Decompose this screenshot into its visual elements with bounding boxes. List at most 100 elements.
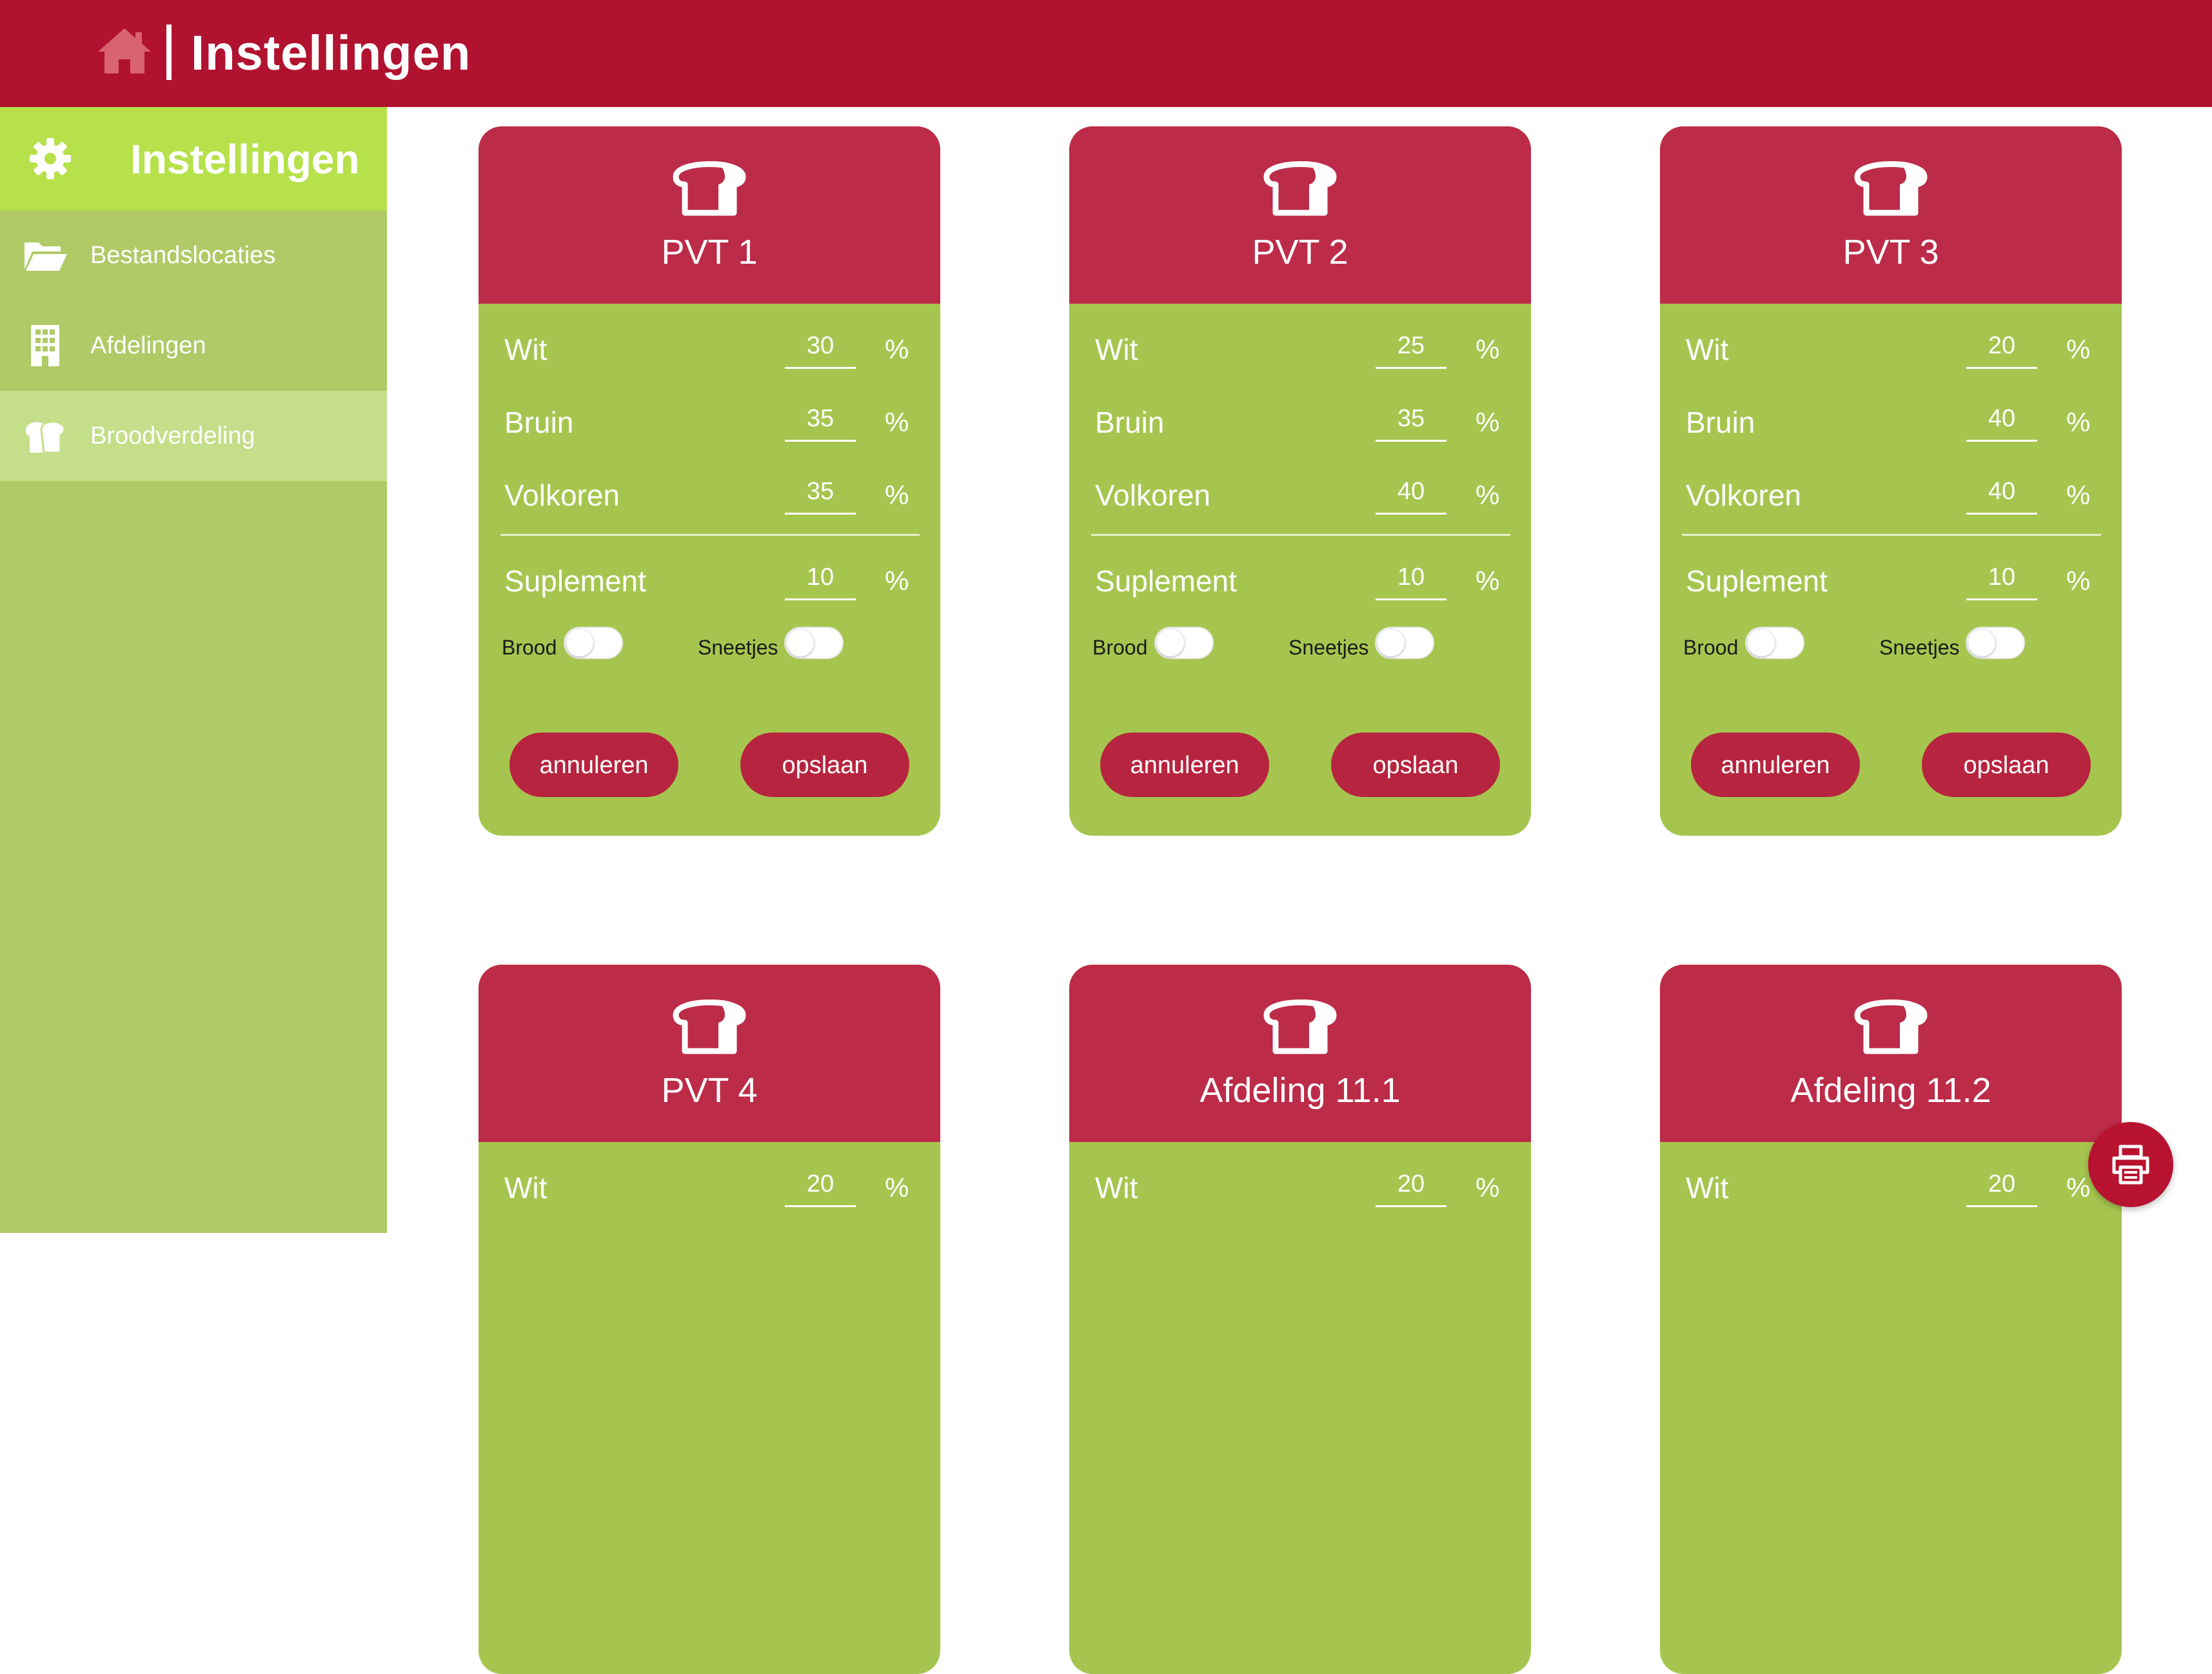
row-label: Wit [1095, 333, 1138, 366]
toggle-label: Sneetjes [1289, 636, 1369, 659]
percentage-row: Bruin 35 % [1069, 395, 1531, 447]
row-label: Volkoren [1686, 478, 1802, 512]
sidebar-item-afdelingen[interactable]: Afdelingen [0, 300, 387, 391]
percentage-input[interactable]: 40 [1966, 472, 2037, 515]
row-label: Wit [504, 1171, 548, 1205]
card-title: Afdeling 11.1 [1200, 1071, 1401, 1110]
toggle-label: Brood [1092, 636, 1148, 659]
percentage-row: Bruin 40 % [1660, 395, 2122, 447]
percentage-row: Volkoren 35 % [479, 468, 940, 520]
title-separator [166, 25, 172, 80]
toggle-row: Brood Sneetjes [479, 627, 940, 665]
toggle-label: Brood [502, 636, 557, 659]
unit-label: % [2066, 480, 2091, 510]
percentage-input[interactable]: 35 [785, 472, 856, 515]
percentage-row: Wit 20 % [1660, 1161, 2122, 1212]
building-icon [31, 325, 59, 366]
row-label: Wit [1095, 1171, 1138, 1205]
row-label: Suplement [504, 564, 646, 598]
sneetjes-toggle[interactable] [1966, 627, 2025, 659]
sidebar-item-broodverdeling[interactable]: Broodverdeling [0, 391, 387, 481]
percentage-row: Wit 20 % [1069, 1161, 1531, 1212]
percentage-input[interactable]: 20 [1966, 326, 2037, 369]
percentage-input[interactable]: 10 [785, 558, 856, 600]
percentage-input[interactable]: 35 [785, 399, 856, 442]
percentage-input[interactable]: 20 [1966, 1165, 2037, 1207]
percentage-input[interactable]: 20 [1376, 1165, 1447, 1207]
card-title: PVT 1 [661, 233, 758, 271]
percentage-input[interactable]: 25 [1376, 326, 1447, 369]
percentage-row: Suplement 10 % [479, 554, 940, 606]
toggle-knob [1378, 629, 1405, 656]
top-bar: Instellingen [0, 0, 2212, 107]
row-label: Bruin [1095, 406, 1165, 439]
percentage-row: Wit 20 % [1660, 322, 2122, 374]
bread-icon [26, 420, 66, 454]
percentage-row: Wit 30 % [479, 322, 940, 374]
sneetjes-toggle[interactable] [1375, 627, 1434, 659]
unit-label: % [885, 480, 909, 510]
unit-label: % [1476, 334, 1500, 364]
bread-icon [673, 999, 746, 1054]
save-button[interactable]: opslaan [740, 733, 909, 797]
print-button[interactable] [2088, 1122, 2173, 1207]
sidebar-title: Instellingen [130, 136, 360, 182]
percentage-row: Volkoren 40 % [1660, 468, 2122, 520]
card-title: Afdeling 11.2 [1790, 1071, 1991, 1110]
brood-toggle[interactable] [1154, 627, 1214, 659]
distribution-card: Afdeling 11.2 Wit 20 % [1660, 965, 2122, 1674]
distribution-card: PVT 2 Wit 25 % Bruin 35 % Volkoren 40 % … [1069, 126, 1531, 836]
percentage-input[interactable]: 35 [1376, 399, 1447, 442]
save-button[interactable]: opslaan [1922, 733, 2091, 797]
row-label: Bruin [1686, 406, 1755, 439]
row-label: Wit [1686, 333, 1729, 366]
unit-label: % [885, 334, 909, 364]
percentage-row: Wit 20 % [479, 1161, 940, 1212]
divider [1682, 534, 2101, 536]
percentage-input[interactable]: 40 [1966, 399, 2037, 442]
bread-icon [1854, 161, 1928, 216]
percentage-input[interactable]: 30 [785, 326, 856, 369]
card-title: PVT 3 [1842, 233, 1939, 271]
cancel-button[interactable]: annuleren [1100, 733, 1269, 797]
brood-toggle[interactable] [564, 627, 623, 659]
card-header: PVT 2 [1069, 126, 1531, 304]
brood-toggle[interactable] [1745, 627, 1804, 659]
bread-icon [673, 161, 746, 216]
cancel-button[interactable]: annuleren [1691, 733, 1860, 797]
divider [1091, 534, 1510, 536]
page-title: Instellingen [191, 26, 471, 81]
unit-label: % [1476, 480, 1500, 510]
percentage-input[interactable]: 20 [785, 1165, 856, 1207]
card-header: PVT 1 [479, 126, 940, 304]
sidebar-header: Instellingen [0, 107, 387, 210]
percentage-row: Suplement 10 % [1660, 554, 2122, 606]
distribution-card: PVT 1 Wit 30 % Bruin 35 % Volkoren 35 % … [479, 126, 940, 836]
sneetjes-toggle[interactable] [784, 627, 844, 659]
sidebar-item-label: Bestandslocaties [90, 242, 276, 269]
toggle-knob [1968, 629, 1995, 656]
distribution-card: PVT 4 Wit 20 % [479, 965, 940, 1674]
row-label: Bruin [504, 406, 574, 439]
percentage-input[interactable]: 40 [1376, 472, 1447, 515]
cancel-button[interactable]: annuleren [509, 733, 678, 797]
toggle-row: Brood Sneetjes [1069, 627, 1531, 665]
unit-label: % [2066, 334, 2091, 364]
distribution-card: PVT 3 Wit 20 % Bruin 40 % Volkoren 40 % … [1660, 126, 2122, 836]
save-button[interactable]: opslaan [1331, 733, 1500, 797]
sidebar-item-bestandslocaties[interactable]: Bestandslocaties [0, 210, 387, 300]
toggle-label: Sneetjes [698, 636, 778, 659]
bread-icon [1263, 999, 1337, 1054]
unit-label: % [2066, 566, 2091, 596]
unit-label: % [1476, 407, 1500, 437]
percentage-input[interactable]: 10 [1966, 558, 2037, 600]
row-label: Volkoren [1095, 478, 1211, 512]
percentage-input[interactable]: 10 [1376, 558, 1447, 600]
row-label: Volkoren [504, 478, 620, 512]
percentage-row: Volkoren 40 % [1069, 468, 1531, 520]
printer-icon [2112, 1145, 2149, 1185]
row-label: Suplement [1095, 564, 1237, 598]
unit-label: % [885, 1172, 909, 1203]
home-icon[interactable] [95, 26, 153, 76]
row-label: Suplement [1686, 564, 1828, 598]
